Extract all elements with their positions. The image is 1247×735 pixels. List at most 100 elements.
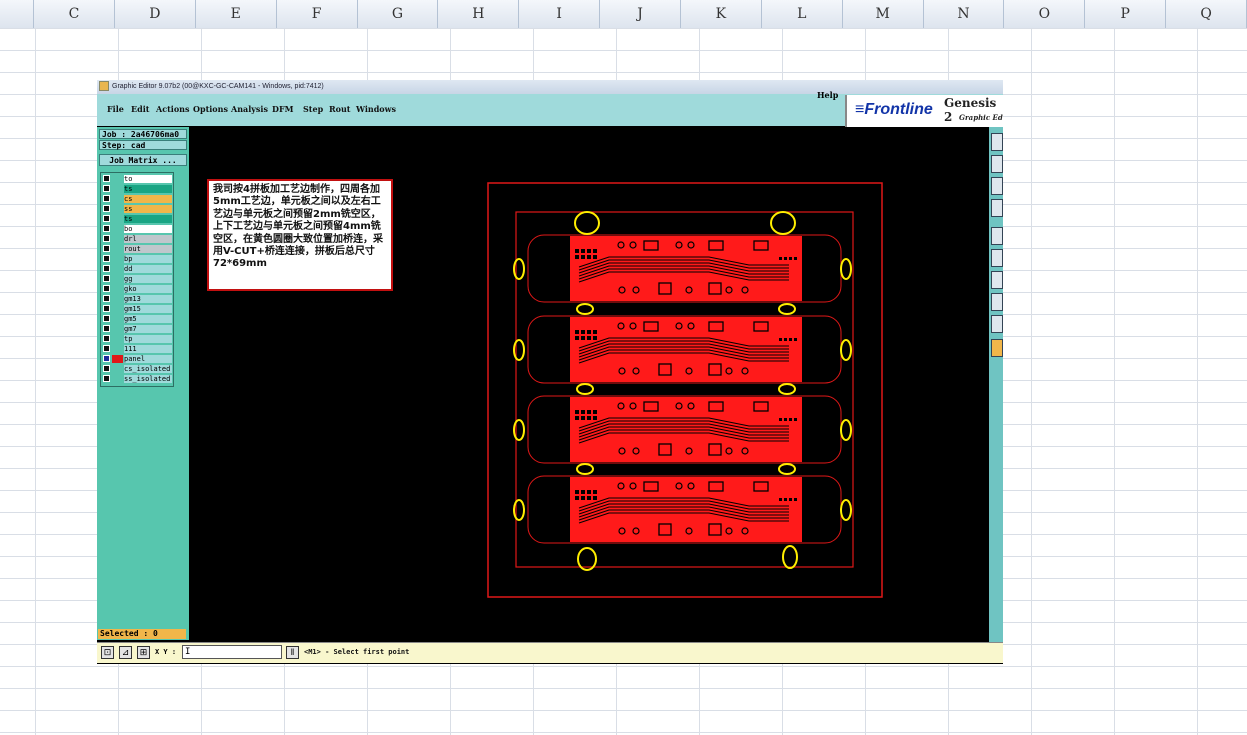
tool-icon[interactable] bbox=[991, 249, 1003, 267]
layer-name: panel bbox=[124, 355, 172, 363]
layer-row[interactable]: bp bbox=[102, 255, 172, 263]
layer-row[interactable]: gm5 bbox=[102, 315, 172, 323]
layer-checkbox[interactable] bbox=[103, 355, 110, 362]
layer-color-swatch bbox=[112, 175, 123, 183]
layer-checkbox[interactable] bbox=[103, 335, 110, 342]
layer-row[interactable]: ss_isolated bbox=[102, 375, 172, 383]
layer-checkbox[interactable] bbox=[103, 175, 110, 182]
layer-row[interactable]: gg bbox=[102, 275, 172, 283]
column-header-f[interactable]: F bbox=[277, 0, 358, 28]
pad bbox=[575, 249, 579, 253]
zoom-icon[interactable]: ⊡ bbox=[101, 646, 114, 659]
layer-checkbox[interactable] bbox=[103, 225, 110, 232]
bridge-marker-right bbox=[840, 419, 852, 441]
layer-checkbox[interactable] bbox=[103, 215, 110, 222]
bridge-marker bbox=[576, 383, 594, 395]
layer-row[interactable]: drl bbox=[102, 235, 172, 243]
tool-icon[interactable] bbox=[991, 315, 1003, 333]
layer-checkbox[interactable] bbox=[103, 255, 110, 262]
column-header-e[interactable]: E bbox=[196, 0, 277, 28]
layer-row[interactable]: gm7 bbox=[102, 325, 172, 333]
layer-checkbox[interactable] bbox=[103, 325, 110, 332]
layer-checkbox[interactable] bbox=[103, 285, 110, 292]
layer-row[interactable]: gko bbox=[102, 285, 172, 293]
column-header-q[interactable]: Q bbox=[1166, 0, 1247, 28]
layer-row[interactable]: cs_isolated bbox=[102, 365, 172, 373]
measure-icon[interactable]: ⊿ bbox=[119, 646, 132, 659]
layer-checkbox[interactable] bbox=[103, 195, 110, 202]
pad bbox=[784, 418, 787, 421]
menu-options[interactable]: Options bbox=[193, 104, 228, 114]
layer-row[interactable]: ss bbox=[102, 205, 172, 213]
layer-row[interactable]: dd bbox=[102, 265, 172, 273]
pause-icon[interactable]: ‖ bbox=[286, 646, 299, 659]
menu-file[interactable]: File bbox=[107, 104, 124, 114]
tool-icon[interactable] bbox=[991, 339, 1003, 357]
tool-icon[interactable] bbox=[991, 227, 1003, 245]
layer-checkbox[interactable] bbox=[103, 245, 110, 252]
column-header-m[interactable]: M bbox=[843, 0, 924, 28]
column-header-l[interactable]: L bbox=[762, 0, 843, 28]
layer-row[interactable]: to bbox=[102, 175, 172, 183]
layer-row[interactable]: rout bbox=[102, 245, 172, 253]
tool-icon[interactable] bbox=[991, 155, 1003, 173]
column-header-i[interactable]: I bbox=[519, 0, 601, 28]
layer-checkbox[interactable] bbox=[103, 265, 110, 272]
tool-icon[interactable] bbox=[991, 293, 1003, 311]
column-header-p[interactable]: P bbox=[1085, 0, 1167, 28]
layer-row[interactable]: cs bbox=[102, 195, 172, 203]
layer-checkbox[interactable] bbox=[103, 235, 110, 242]
column-header-n[interactable]: N bbox=[924, 0, 1005, 28]
pad bbox=[593, 249, 597, 253]
tool-icon[interactable] bbox=[991, 271, 1003, 289]
column-header-c[interactable]: C bbox=[34, 0, 115, 28]
column-header-o[interactable]: O bbox=[1004, 0, 1086, 28]
layer-checkbox[interactable] bbox=[103, 205, 110, 212]
layer-panel: Job : 2a46706ma0 Step: cad Job Matrix ..… bbox=[97, 127, 189, 640]
layer-checkbox[interactable] bbox=[103, 185, 110, 192]
layer-checkbox[interactable] bbox=[103, 295, 110, 302]
layer-row[interactable]: 111 bbox=[102, 345, 172, 353]
pad bbox=[581, 255, 585, 259]
layer-row[interactable]: bo bbox=[102, 225, 172, 233]
tool-icon[interactable] bbox=[991, 133, 1003, 151]
tool-icon[interactable] bbox=[991, 199, 1003, 217]
layer-row[interactable]: tp bbox=[102, 335, 172, 343]
menu-windows[interactable]: Windows bbox=[356, 104, 396, 114]
menu-edit[interactable]: Edit bbox=[131, 104, 149, 114]
column-header-g[interactable]: G bbox=[358, 0, 439, 28]
layer-checkbox[interactable] bbox=[103, 365, 110, 372]
layer-list[interactable]: to ts cs ss ts bo drl rout bp dd gg gko gm13 gm15 gm5 g… bbox=[100, 172, 174, 387]
layer-color-swatch bbox=[112, 295, 123, 303]
graphic-canvas[interactable]: 我司按4拼板加工艺边制作，四周各加5mm工艺边，单元板之间以及左右工艺边与单元板… bbox=[189, 127, 989, 642]
help-menu[interactable]: Help bbox=[817, 90, 838, 100]
menu-step[interactable]: Step bbox=[303, 104, 323, 114]
layer-row[interactable]: gm13 bbox=[102, 295, 172, 303]
column-header-d[interactable]: D bbox=[115, 0, 196, 28]
column-header-k[interactable]: K bbox=[681, 0, 762, 28]
layer-color-swatch bbox=[112, 325, 123, 333]
layer-checkbox[interactable] bbox=[103, 275, 110, 282]
job-matrix-button[interactable]: Job Matrix ... bbox=[99, 154, 187, 166]
layer-row[interactable]: ts bbox=[102, 185, 172, 193]
window-titlebar: Graphic Editor 9.07b2 (00@KXC-GC-CAM141 … bbox=[97, 80, 1003, 94]
select-all-corner[interactable] bbox=[0, 0, 35, 28]
tool-icon[interactable] bbox=[991, 177, 1003, 195]
xy-input[interactable] bbox=[182, 645, 282, 659]
layer-row[interactable]: gm15 bbox=[102, 305, 172, 313]
layer-checkbox[interactable] bbox=[103, 345, 110, 352]
menu-actions[interactable]: Actions bbox=[156, 104, 189, 114]
menu-rout[interactable]: Rout bbox=[329, 104, 351, 114]
menu-analysis[interactable]: Analysis bbox=[231, 104, 268, 114]
grid-icon[interactable]: ⊞ bbox=[137, 646, 150, 659]
column-header-j[interactable]: J bbox=[600, 0, 681, 28]
layer-row[interactable]: ts bbox=[102, 215, 172, 223]
column-header-h[interactable]: H bbox=[438, 0, 520, 28]
menu-dfm[interactable]: DFM bbox=[272, 104, 293, 114]
pad bbox=[593, 410, 597, 414]
layer-row[interactable]: panel bbox=[102, 355, 172, 363]
layer-checkbox[interactable] bbox=[103, 375, 110, 382]
layer-checkbox[interactable] bbox=[103, 315, 110, 322]
spreadsheet-column-header: CDEFGHIJKLMNOPQ bbox=[0, 0, 1247, 29]
layer-checkbox[interactable] bbox=[103, 305, 110, 312]
